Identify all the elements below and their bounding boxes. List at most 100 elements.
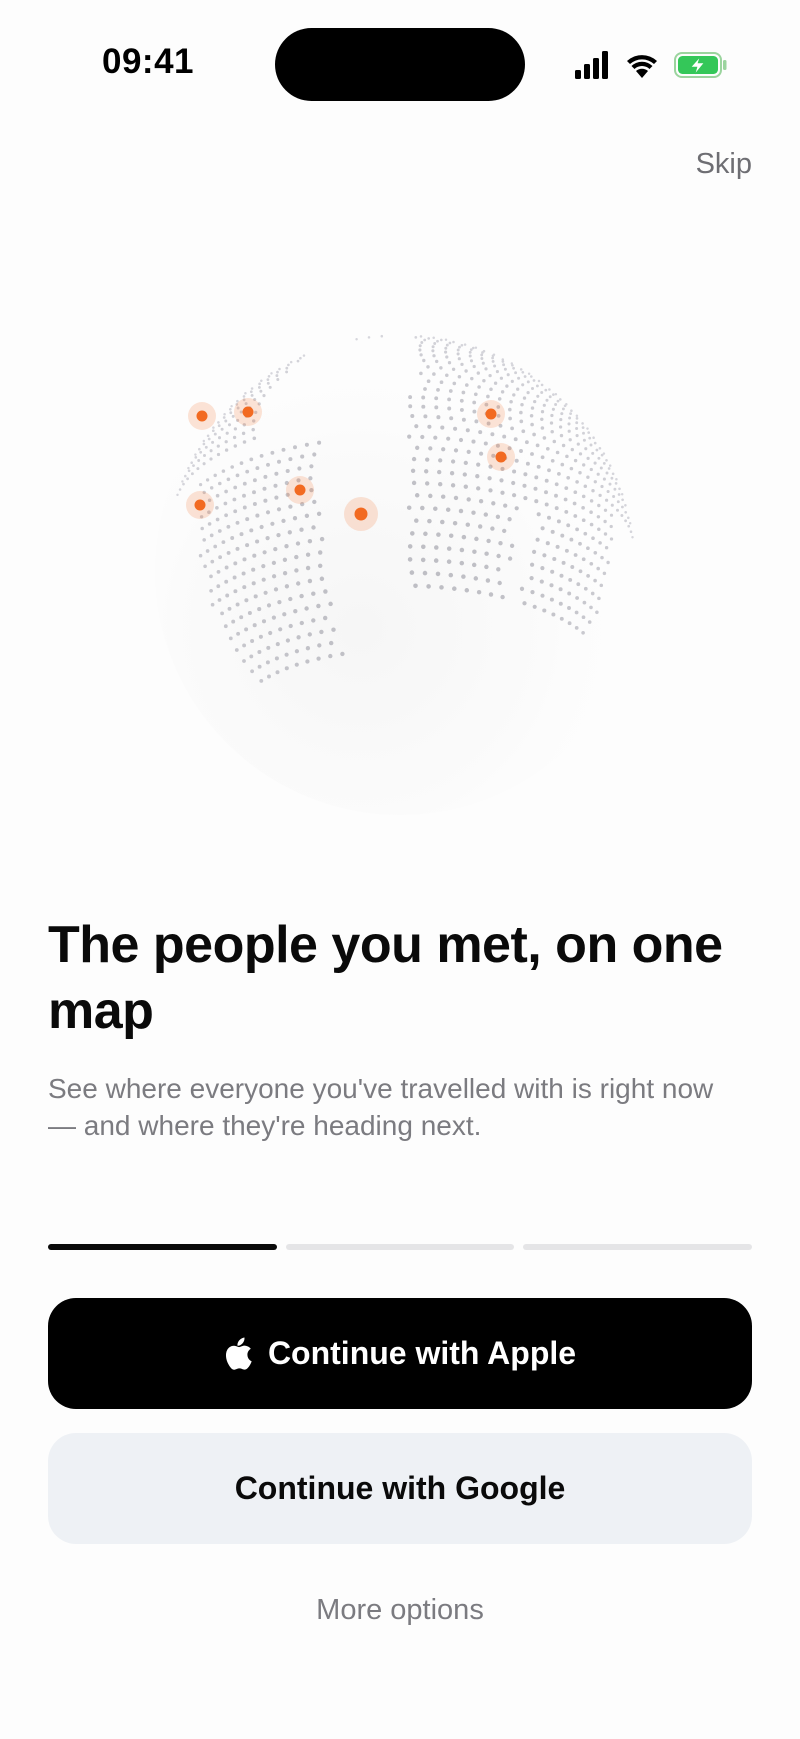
globe-dot: [474, 536, 479, 542]
globe-dot: [474, 419, 479, 424]
globe-dot: [511, 480, 516, 486]
globe-dot: [463, 484, 468, 489]
globe-dot: [457, 357, 461, 361]
globe-dot: [317, 643, 322, 648]
globe-dot: [230, 536, 235, 540]
globe-dot: [235, 473, 240, 478]
globe-dot: [265, 536, 270, 541]
globe-dot: [437, 469, 442, 475]
globe-dot: [519, 419, 524, 424]
globe-dot: [539, 579, 544, 584]
globe-dot: [461, 574, 466, 579]
globe-dot: [408, 395, 413, 400]
globe-dot: [244, 598, 249, 603]
globe-dot: [418, 348, 422, 352]
globe-dot: [565, 403, 568, 406]
globe-dot: [514, 371, 518, 375]
globe-dot: [555, 450, 560, 455]
globe-dot: [609, 513, 614, 517]
globe-dot: [529, 414, 534, 418]
globe-dot: [235, 602, 240, 607]
globe-dot: [566, 475, 571, 480]
globe-dot: [317, 440, 322, 445]
globe-dot: [423, 531, 428, 537]
globe-dot: [259, 453, 264, 458]
globe-dot: [448, 533, 454, 538]
globe-dot: [480, 357, 484, 360]
globe-dot: [540, 426, 545, 430]
globe-dot: [506, 373, 510, 377]
globe-dot: [533, 486, 538, 491]
globe-dot: [206, 434, 210, 438]
globe-dot: [265, 510, 271, 515]
globe-dot: [367, 336, 371, 339]
globe-dot: [184, 474, 187, 478]
globe-dot: [282, 571, 288, 576]
globe-dot: [612, 495, 616, 498]
globe-dot: [595, 448, 599, 452]
globe-dot: [457, 374, 462, 379]
globe-dot: [572, 501, 577, 506]
globe-dot: [447, 361, 452, 365]
globe-dot: [232, 575, 237, 580]
globe-dot: [410, 468, 416, 473]
globe-dot: [305, 565, 311, 571]
globe-dot: [629, 530, 633, 533]
globe-dot: [445, 355, 449, 359]
globe-dot: [581, 422, 584, 425]
globe-dot: [549, 597, 554, 602]
globe-dot: [465, 522, 471, 527]
globe-dot: [304, 513, 310, 518]
globe-dot: [273, 587, 279, 592]
onboarding-screen: 09:41 Skip The people you met, on one ma…: [0, 0, 800, 1739]
globe-dot: [421, 404, 426, 409]
globe-dot: [433, 506, 438, 511]
continue-with-google-button[interactable]: Continue with Google: [48, 1433, 752, 1544]
skip-button[interactable]: Skip: [696, 148, 752, 181]
globe-dot: [202, 439, 206, 443]
globe-dot: [328, 653, 333, 659]
globe-dot: [260, 379, 263, 383]
globe-dot: [535, 384, 539, 388]
globe-dot: [586, 427, 589, 430]
globe-dot: [575, 480, 579, 484]
globe-dot: [536, 394, 540, 398]
globe-dot: [312, 452, 317, 457]
continue-with-apple-button[interactable]: Continue with Apple: [48, 1298, 752, 1409]
globe-dot: [478, 430, 483, 435]
globe-dot: [294, 649, 300, 654]
globe-dot: [304, 442, 309, 447]
globe-dot: [255, 513, 260, 518]
globe-dot: [432, 336, 435, 340]
location-pin: [495, 451, 507, 463]
globe-dot: [436, 415, 441, 420]
globe-dot: [209, 457, 213, 461]
globe-dot: [587, 431, 591, 434]
globe-dot: [221, 469, 226, 473]
globe-dot: [567, 429, 571, 433]
globe-dot: [197, 459, 201, 462]
globe-dot: [476, 486, 481, 491]
globe-dot: [477, 385, 481, 389]
globe-dot: [471, 510, 476, 515]
globe-dot: [418, 344, 422, 348]
globe-dot: [597, 527, 601, 532]
globe-illustration: [155, 325, 645, 815]
more-options-link[interactable]: More options: [0, 1594, 800, 1627]
globe-dot: [224, 440, 228, 444]
globe-dot: [340, 651, 345, 657]
globe-dot: [435, 571, 441, 577]
globe-dot: [225, 431, 229, 435]
globe-dot: [590, 591, 595, 596]
globe-dot: [276, 370, 279, 374]
globe-dot: [323, 589, 328, 594]
globe-dot: [305, 646, 311, 651]
globe-dot: [581, 505, 585, 510]
globe-dot: [569, 412, 572, 415]
globe-dot: [560, 412, 564, 416]
globe-dot: [596, 472, 600, 476]
globe-dot: [602, 571, 607, 576]
globe-dot: [281, 518, 286, 524]
globe-dot: [582, 431, 585, 435]
globe-dot: [458, 437, 464, 443]
